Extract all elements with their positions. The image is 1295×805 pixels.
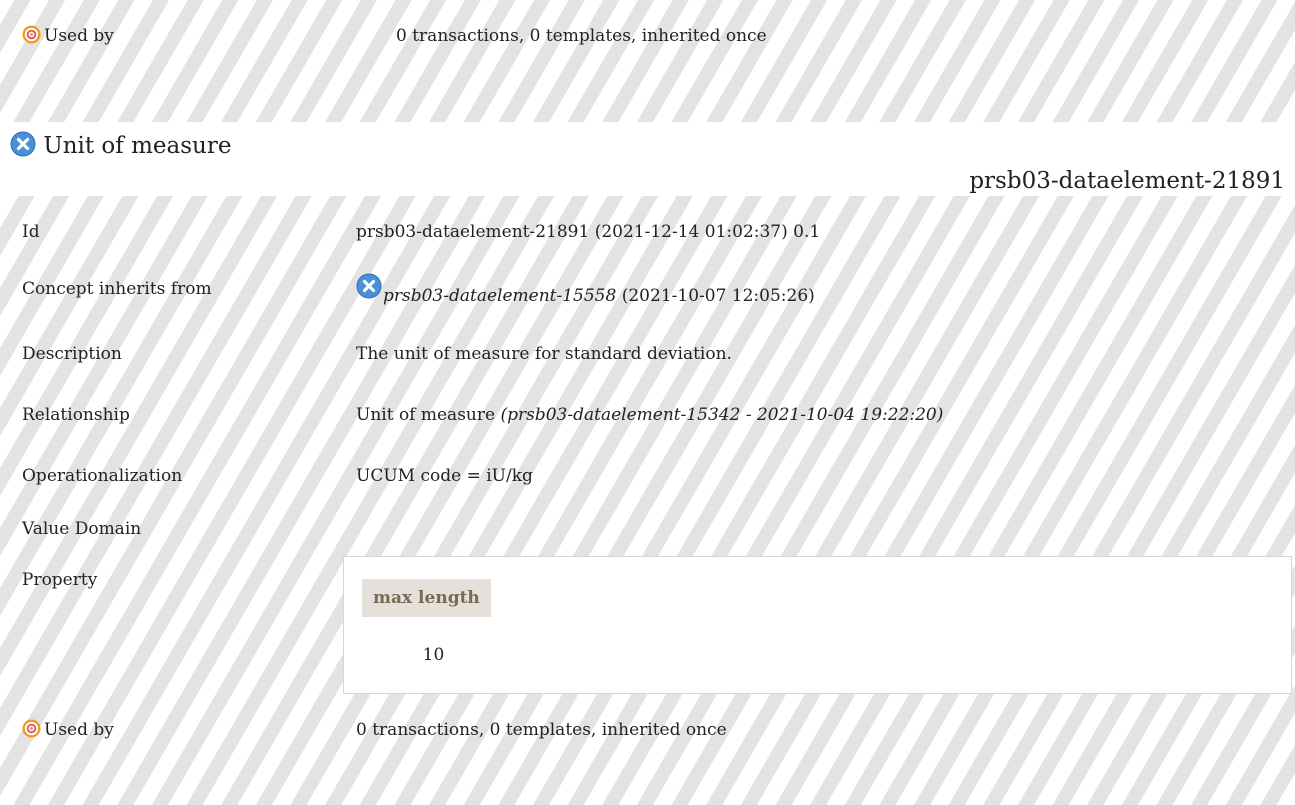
property-label: Property (22, 570, 98, 590)
property-header-max-length: max length (362, 579, 491, 617)
x-circle-icon[interactable] (10, 131, 36, 157)
inherits-ref-link[interactable]: prsb03-dataelement-15558 (383, 286, 616, 306)
inherits-value: prsb03-dataelement-15558 (2021-10-07 12:… (356, 273, 815, 308)
used-by-value: 0 transactions, 0 templates, inherited o… (396, 26, 767, 46)
description-label: Description (22, 344, 122, 364)
used-by-value-bottom: 0 transactions, 0 templates, inherited o… (356, 720, 727, 740)
property-value-max-length: 10 (422, 645, 445, 665)
target-icon (22, 719, 41, 738)
inherits-label: Concept inherits from (22, 279, 212, 299)
relationship-value: Unit of measure (prsb03-dataelement-1534… (356, 403, 943, 427)
concept-id-heading: prsb03-dataelement-21891 (969, 168, 1285, 194)
relationship-name: Unit of measure (356, 405, 496, 425)
operationalization-label: Operationalization (22, 466, 183, 486)
concept-title: Unit of measure (10, 129, 231, 163)
used-by-label-row-bottom: Used by (22, 718, 114, 742)
used-by-label-row: Used by (22, 24, 114, 48)
id-label: Id (22, 222, 40, 242)
used-by-label: Used by (44, 26, 114, 46)
value-domain-label: Value Domain (22, 519, 142, 539)
description-value: The unit of measure for standard deviati… (356, 344, 732, 364)
concept-title-text: Unit of measure (43, 133, 232, 159)
x-circle-icon[interactable] (356, 273, 382, 299)
operationalization-value: UCUM code = iU/kg (356, 466, 533, 486)
target-icon (22, 25, 41, 44)
inherits-ref-date: (2021-10-07 12:05:26) (621, 286, 815, 306)
relationship-label: Relationship (22, 405, 130, 425)
id-value: prsb03-dataelement-21891 (2021-12-14 01:… (356, 222, 821, 242)
used-by-label-bottom: Used by (44, 720, 114, 740)
relationship-ref[interactable]: (prsb03-dataelement-15342 - 2021-10-04 1… (500, 405, 943, 425)
used-by-section-top: Used by 0 transactions, 0 templates, inh… (0, 0, 1295, 122)
concept-page: Used by 0 transactions, 0 templates, inh… (0, 0, 1295, 805)
property-table: max length 10 (343, 556, 1292, 694)
